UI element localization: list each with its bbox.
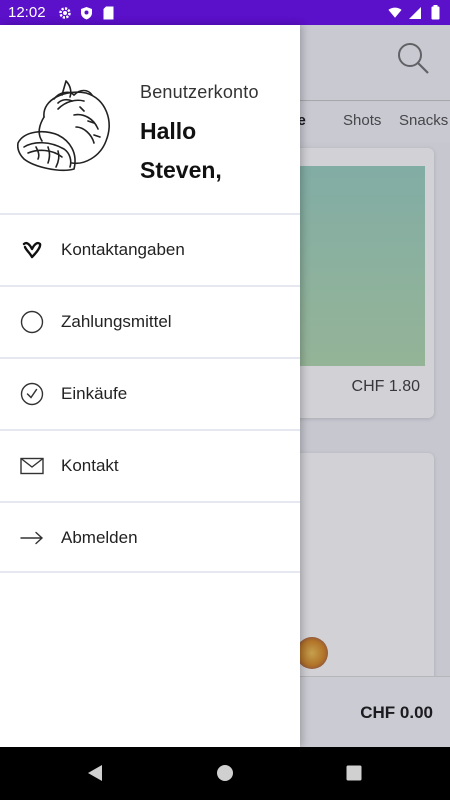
signal-icon <box>408 6 422 20</box>
menu-item-label: Kontaktangaben <box>61 240 185 259</box>
navigation-drawer: Benutzerkonto Hallo Steven, Kontaktangab… <box>0 25 300 747</box>
envelope-icon <box>20 454 44 478</box>
battery-icon <box>428 5 442 20</box>
menu-item-kontaktangaben[interactable]: Kontaktangaben <box>0 213 300 285</box>
wifi-icon <box>388 6 402 20</box>
back-icon[interactable] <box>85 763 105 783</box>
recents-icon[interactable] <box>344 763 364 783</box>
check-circle-icon <box>20 382 44 406</box>
drawer-menu: Kontaktangaben Zahlungsmittel Einkäufe K… <box>0 213 300 573</box>
account-label: Benutzerkonto <box>140 82 259 102</box>
tomato-illustration <box>14 77 114 185</box>
shield-icon <box>80 6 94 20</box>
status-time: 12:02 <box>8 4 46 21</box>
menu-item-label: Zahlungsmittel <box>61 312 172 331</box>
drawer-header: Benutzerkonto Hallo Steven, <box>0 25 300 213</box>
greeting-line-2: Steven, <box>140 157 222 183</box>
menu-item-abmelden[interactable]: Abmelden <box>0 501 300 573</box>
system-nav-bar <box>0 747 450 800</box>
menu-item-kontakt[interactable]: Kontakt <box>0 429 300 501</box>
menu-item-label: Abmelden <box>61 528 138 547</box>
circle-icon <box>20 310 44 334</box>
menu-item-einkaeufe[interactable]: Einkäufe <box>0 357 300 429</box>
heart-v-icon <box>20 238 44 262</box>
arrow-right-icon <box>20 526 44 550</box>
menu-item-zahlungsmittel[interactable]: Zahlungsmittel <box>0 285 300 357</box>
greeting: Hallo Steven, <box>140 112 290 190</box>
menu-item-label: Einkäufe <box>61 384 128 403</box>
menu-item-label: Kontakt <box>61 456 119 475</box>
home-icon[interactable] <box>215 763 235 783</box>
greeting-line-1: Hallo <box>140 118 197 144</box>
settings-icon <box>58 6 72 20</box>
sd-card-icon <box>102 6 116 20</box>
status-bar: 12:02 <box>0 0 450 25</box>
